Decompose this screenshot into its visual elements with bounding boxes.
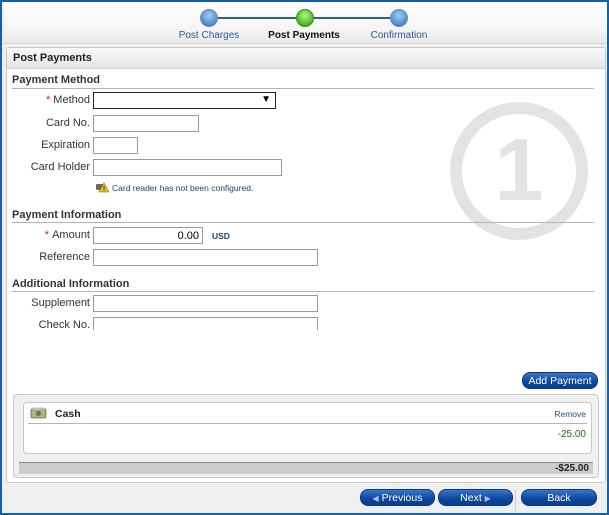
payments-total: -$25.00 xyxy=(19,462,593,474)
window-frame: Post Charges Post Payments Confirmation … xyxy=(0,0,609,515)
payments-list: Cash Remove -25.00 -$25.00 xyxy=(13,394,599,478)
section-payment-information: Payment Information xyxy=(12,209,122,221)
dropdown-arrow-icon: ▼ xyxy=(261,94,271,105)
next-button[interactable]: Next ▶ xyxy=(438,489,513,506)
previous-button[interactable]: ◀ Previous xyxy=(360,489,435,506)
add-payment-button[interactable]: Add Payment xyxy=(522,372,598,389)
payment-method-name: Cash xyxy=(55,408,81,420)
step-number-watermark-icon: 1 xyxy=(450,102,588,240)
payment-item: Cash Remove -25.00 xyxy=(23,402,592,454)
expiration-input[interactable] xyxy=(93,137,138,154)
method-label: * Method xyxy=(46,94,90,106)
panel-title: Post Payments xyxy=(7,48,605,69)
step-post-charges[interactable]: Post Charges xyxy=(179,30,240,41)
section-divider xyxy=(12,291,594,292)
remove-payment-link[interactable]: Remove xyxy=(554,409,586,419)
wizard-connector xyxy=(314,17,400,19)
amount-label: * Amount xyxy=(44,229,90,241)
step-post-payments-icon xyxy=(296,9,314,27)
section-divider xyxy=(12,222,594,223)
card-holder-label: Card Holder xyxy=(30,161,90,173)
step-post-payments: Post Payments xyxy=(268,30,340,41)
amount-input[interactable] xyxy=(93,227,203,244)
check-no-input[interactable] xyxy=(93,317,318,330)
expiration-label: Expiration xyxy=(41,139,90,151)
section-payment-method: Payment Method xyxy=(12,74,101,86)
step-post-charges-icon xyxy=(200,9,218,27)
post-payments-panel: Post Payments 1 Payment Method * Method ▼… xyxy=(6,47,606,483)
reference-input[interactable] xyxy=(93,249,318,266)
currency-label: USD xyxy=(212,231,230,241)
card-holder-input[interactable] xyxy=(93,159,282,176)
required-marker: * xyxy=(44,229,50,241)
step-confirmation-icon xyxy=(390,9,408,27)
previous-arrow-icon: ◀ xyxy=(372,494,379,503)
back-button[interactable]: Back xyxy=(521,489,597,506)
wizard-progress: Post Charges Post Payments Confirmation xyxy=(4,2,607,44)
section-divider xyxy=(12,88,594,89)
supplement-input[interactable] xyxy=(93,295,318,312)
payment-item-divider xyxy=(28,423,587,424)
check-no-label: Check No. xyxy=(38,319,90,331)
card-no-label: Card No. xyxy=(45,117,90,129)
card-reader-notice-text: Card reader has not been configured. xyxy=(112,182,254,193)
card-no-input[interactable] xyxy=(93,115,199,132)
step-confirmation: Confirmation xyxy=(370,30,428,41)
card-reader-warning-icon xyxy=(96,182,109,193)
supplement-label: Supplement xyxy=(31,297,90,309)
card-reader-notice: Card reader has not been configured. xyxy=(96,182,253,193)
watermark-number: 1 xyxy=(495,120,544,219)
required-marker: * xyxy=(46,94,51,106)
method-select[interactable]: ▼ xyxy=(93,92,276,109)
wizard-connector xyxy=(217,17,307,19)
payment-amount: -25.00 xyxy=(557,429,586,440)
button-separator xyxy=(515,489,516,511)
next-arrow-icon: ▶ xyxy=(484,494,491,503)
cash-icon xyxy=(30,407,47,419)
reference-label: Reference xyxy=(39,251,90,263)
section-additional-information: Additional Information xyxy=(12,278,130,290)
